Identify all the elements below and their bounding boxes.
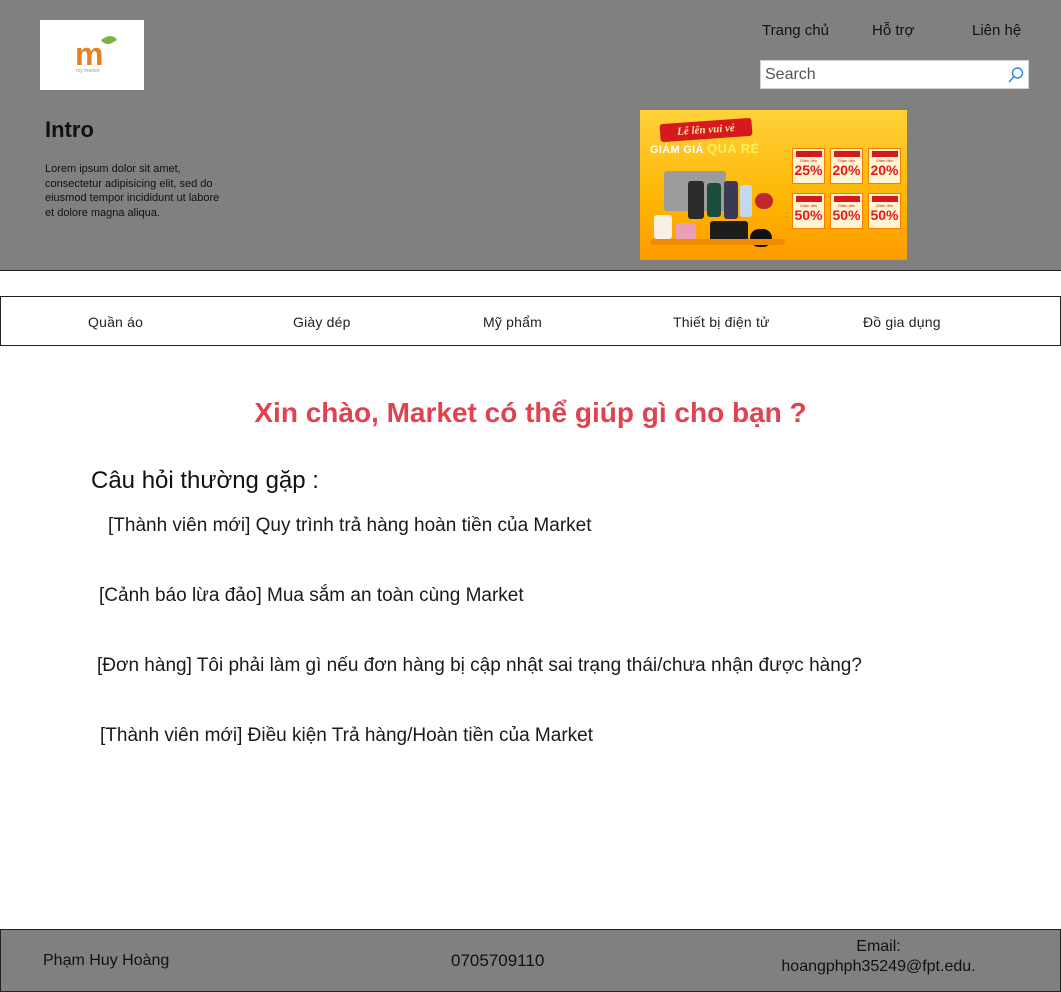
coupon-5: Giảm đến 50% [830, 193, 863, 229]
search-input[interactable] [765, 61, 1001, 88]
faq-item[interactable]: [Đơn hàng] Tôi phải làm gì nếu đơn hàng … [97, 655, 862, 677]
nav-link-contact[interactable]: Liên hệ [972, 22, 1021, 39]
promo-banner[interactable]: Lễ lên vui vẻ GIÁM GIÁ QUÁ RẺ Giảm đến 2… [640, 110, 907, 260]
logo-mark: m [75, 36, 104, 72]
faq-item[interactable]: [Cảnh báo lừa đảo] Mua sắm an toàn cùng … [99, 585, 524, 607]
category-electronics[interactable]: Thiết bị điện tử [673, 314, 770, 330]
coupon-6: Giảm đến 50% [868, 193, 901, 229]
footer-email-block: Email: hoangphph35249@fpt.edu. [761, 937, 996, 977]
footer-email-label: Email: [856, 938, 901, 955]
search-icon[interactable] [1007, 66, 1025, 84]
search-box [760, 60, 1029, 89]
faq-item[interactable]: [Thành viên mới] Quy trình trả hàng hoàn… [108, 515, 592, 537]
footer-email[interactable]: hoangphph35249@fpt.edu. [761, 957, 996, 977]
footer-name: Phạm Huy Hoàng [43, 952, 170, 969]
intro-text: Lorem ipsum dolor sit amet, consectetur … [45, 163, 220, 219]
site-logo[interactable]: m my market [40, 20, 144, 90]
footer-phone: 0705709110 [451, 951, 545, 970]
nav-link-support[interactable]: Hỗ trợ [872, 22, 914, 39]
coupon-4: Giảm đến 50% [792, 193, 825, 229]
coupon-1: Giảm đến 25% [792, 148, 825, 184]
banner-headline-emphasis: QUÁ RẺ [707, 141, 760, 156]
banner-headline: GIÁM GIÁ QUÁ RẺ [650, 141, 759, 156]
page-greeting: Xin chào, Market có thể giúp gì cho bạn … [254, 397, 807, 428]
intro-title: Intro [45, 117, 94, 142]
site-footer: Phạm Huy Hoàng 0705709110 Email: hoangph… [0, 929, 1061, 992]
category-nav: Quần áo Giày dép Mỹ phẩm Thiết bị điện t… [0, 296, 1061, 346]
category-cosmetics[interactable]: Mỹ phẩm [483, 314, 542, 330]
category-household[interactable]: Đồ gia dụng [863, 314, 941, 330]
banner-products-image [650, 165, 785, 252]
category-shoes[interactable]: Giày dép [293, 314, 351, 330]
faq-title: Câu hỏi thường gặp : [91, 467, 319, 494]
coupon-3: Giảm đến 20% [868, 148, 901, 184]
coupon-2: Giảm đến 20% [830, 148, 863, 184]
faq-item[interactable]: [Thành viên mới] Điều kiện Trả hàng/Hoàn… [100, 725, 593, 747]
nav-link-home[interactable]: Trang chủ [762, 22, 829, 39]
banner-ribbon: Lễ lên vui vẻ [659, 117, 753, 143]
logo-subtitle: my market [76, 68, 100, 74]
category-clothes[interactable]: Quần áo [88, 314, 143, 330]
site-header: m my market Trang chủ Hỗ trợ Liên hệ Int… [0, 0, 1061, 271]
banner-headline-prefix: GIÁM GIÁ [650, 144, 704, 156]
